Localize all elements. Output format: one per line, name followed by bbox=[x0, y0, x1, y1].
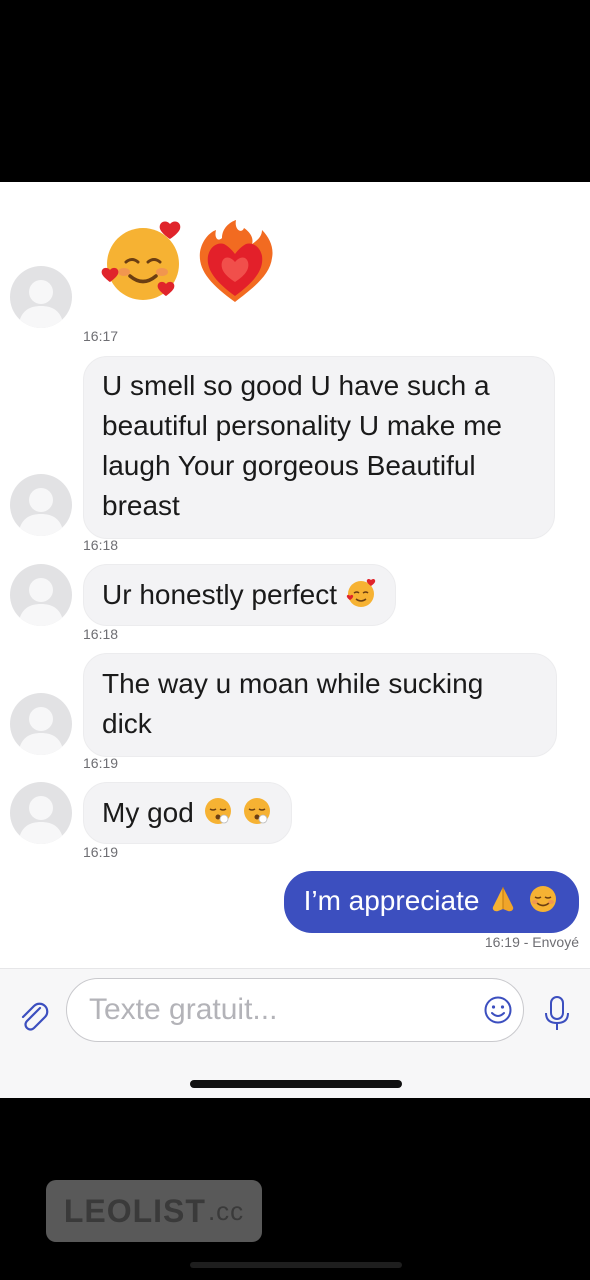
heart-on-fire-icon bbox=[199, 220, 273, 302]
message-text: U smell so good U have such a beautiful … bbox=[102, 370, 502, 521]
watermark-suffix: .cc bbox=[207, 1195, 245, 1226]
sent-message-bubble[interactable]: I’m appreciate bbox=[283, 871, 579, 933]
smiling-face-with-hearts-icon bbox=[101, 221, 181, 300]
smiling-face-with-hearts-icon bbox=[346, 578, 375, 607]
smiling-face-icon bbox=[530, 886, 556, 912]
avatar[interactable] bbox=[10, 693, 72, 755]
avatar[interactable] bbox=[10, 782, 72, 844]
face-exhaling-icon bbox=[244, 798, 271, 824]
timestamp: 16:19 bbox=[83, 755, 119, 771]
folded-hands-icon bbox=[493, 887, 514, 912]
timestamp: 16:17 bbox=[83, 328, 119, 344]
message-text: Ur honestly perfect bbox=[102, 579, 337, 610]
message-bubble[interactable]: My god bbox=[83, 782, 293, 844]
avatar[interactable] bbox=[10, 474, 72, 536]
message-input[interactable] bbox=[89, 993, 449, 1027]
avatar[interactable] bbox=[10, 564, 72, 626]
timestamp: 16:19 bbox=[83, 844, 119, 860]
message-text: I’m appreciate bbox=[303, 885, 480, 916]
microphone-icon[interactable] bbox=[542, 994, 572, 1034]
message-input-container[interactable] bbox=[66, 978, 524, 1042]
message-text: My god bbox=[102, 797, 194, 828]
timestamp: 16:18 bbox=[83, 626, 119, 642]
timestamp: 16:18 bbox=[83, 537, 119, 553]
message-bubble[interactable]: Ur honestly perfect bbox=[83, 564, 396, 626]
watermark-logo: LEOLIST .cc bbox=[46, 1180, 262, 1242]
watermark-brand: LEOLIST bbox=[63, 1192, 206, 1229]
face-exhaling-icon bbox=[204, 798, 231, 824]
sent-status: 16:19 - Envoyé bbox=[484, 934, 579, 950]
emoji-picker-icon[interactable] bbox=[483, 995, 513, 1025]
paperclip-icon[interactable] bbox=[16, 1000, 50, 1034]
avatar[interactable] bbox=[10, 266, 72, 328]
home-indicator-bottom bbox=[190, 1262, 402, 1268]
emoji-message[interactable] bbox=[100, 218, 278, 304]
home-indicator bbox=[190, 1080, 402, 1088]
message-text: The way u moan while sucking dick bbox=[102, 668, 484, 739]
message-bubble[interactable]: The way u moan while sucking dick bbox=[83, 653, 557, 757]
message-bubble[interactable]: U smell so good U have such a beautiful … bbox=[83, 356, 555, 539]
top-black-bar bbox=[0, 0, 590, 182]
